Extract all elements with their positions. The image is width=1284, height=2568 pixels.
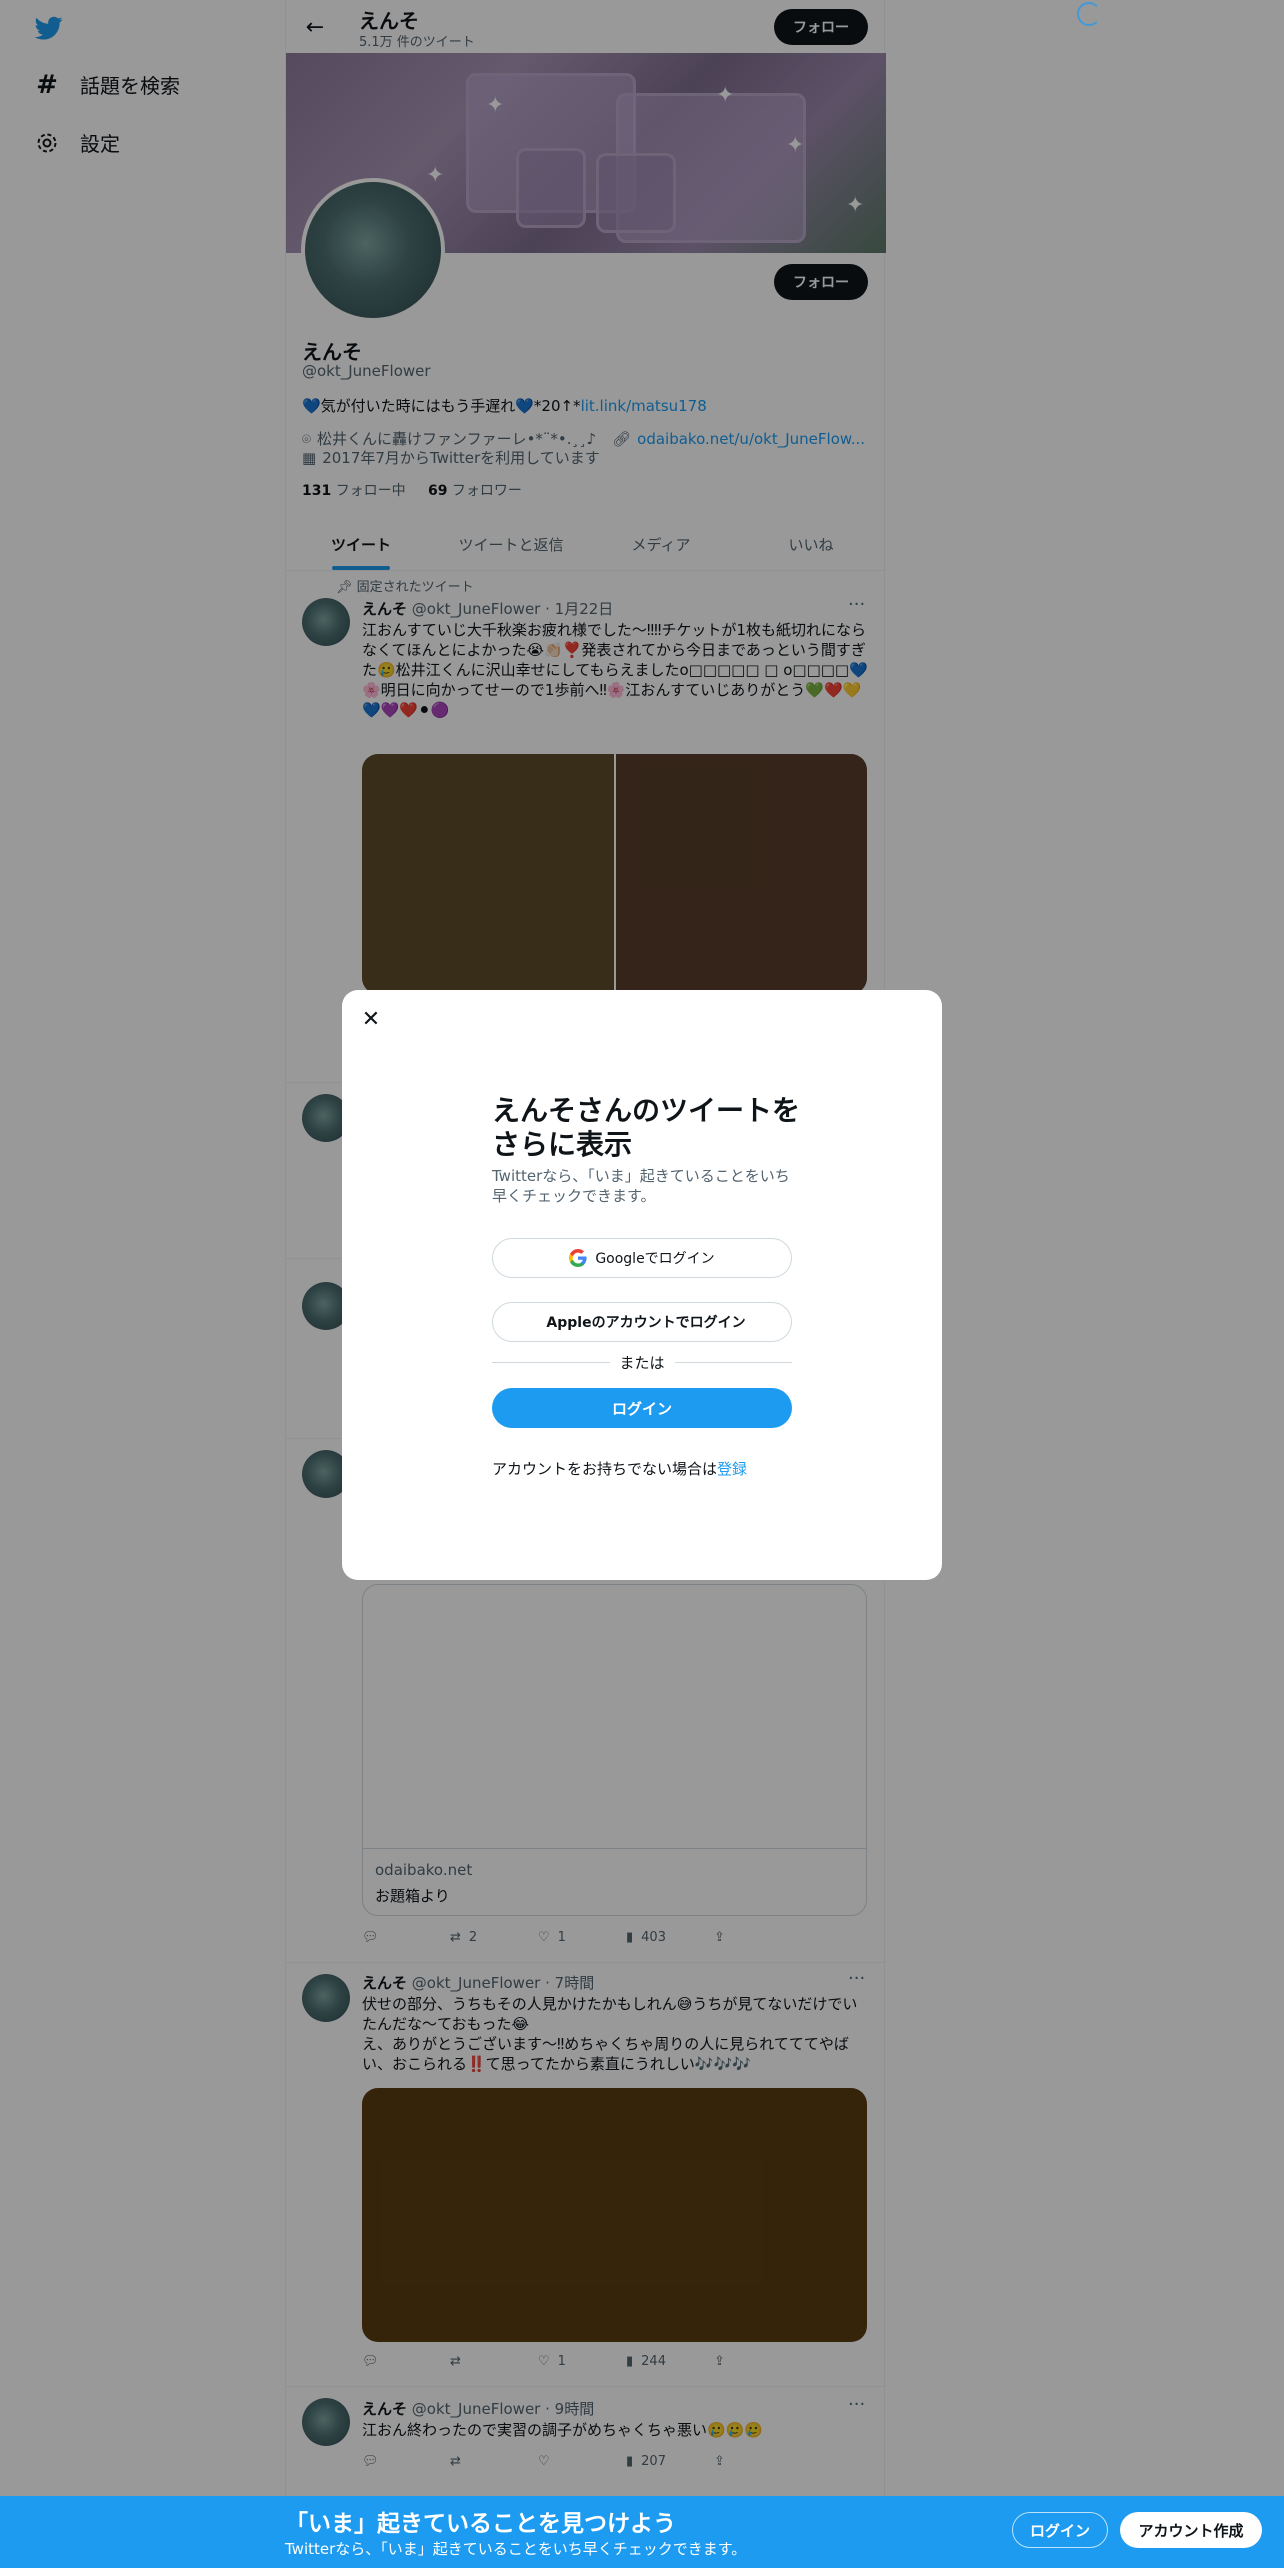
modal-title: えんそさんのツイートをさらに表示 (492, 1094, 801, 1161)
google-icon (569, 1249, 587, 1267)
apple-login-button[interactable]: Appleのアカウントでログイン (492, 1302, 792, 1342)
login-button[interactable]: ログイン (492, 1388, 792, 1428)
or-divider: または (492, 1352, 793, 1373)
google-login-label: Googleでログイン (595, 1251, 715, 1267)
bottom-bar-title: 「いま」起きていることを見つけよう (285, 2511, 676, 2537)
signup-prompt: アカウントをお持ちでない場合は登録 (492, 1460, 748, 1478)
bottom-signup-button[interactable]: アカウント作成 (1120, 2512, 1262, 2548)
google-login-button[interactable]: Googleでログイン (492, 1238, 792, 1278)
loading-spinner-icon (1077, 2, 1101, 26)
signup-link[interactable]: 登録 (717, 1460, 747, 1478)
apple-login-label: Appleのアカウントでログイン (546, 1315, 746, 1331)
modal-subtitle: Twitterなら、「いま」起きていることをいち早くチェックできます。 (492, 1167, 790, 1205)
bottom-bar-subtitle: Twitterなら、「いま」起きていることをいち早くチェックできます。 (285, 2540, 747, 2558)
bottom-signup-bar: 「いま」起きていることを見つけよう Twitterなら、「いま」起きていることを… (0, 2496, 1284, 2568)
close-icon[interactable]: ✕ (356, 1004, 386, 1034)
login-prompt-modal: ✕ えんそさんのツイートをさらに表示 Twitterなら、「いま」起きていること… (342, 990, 942, 1580)
bottom-login-button[interactable]: ログイン (1012, 2512, 1108, 2548)
